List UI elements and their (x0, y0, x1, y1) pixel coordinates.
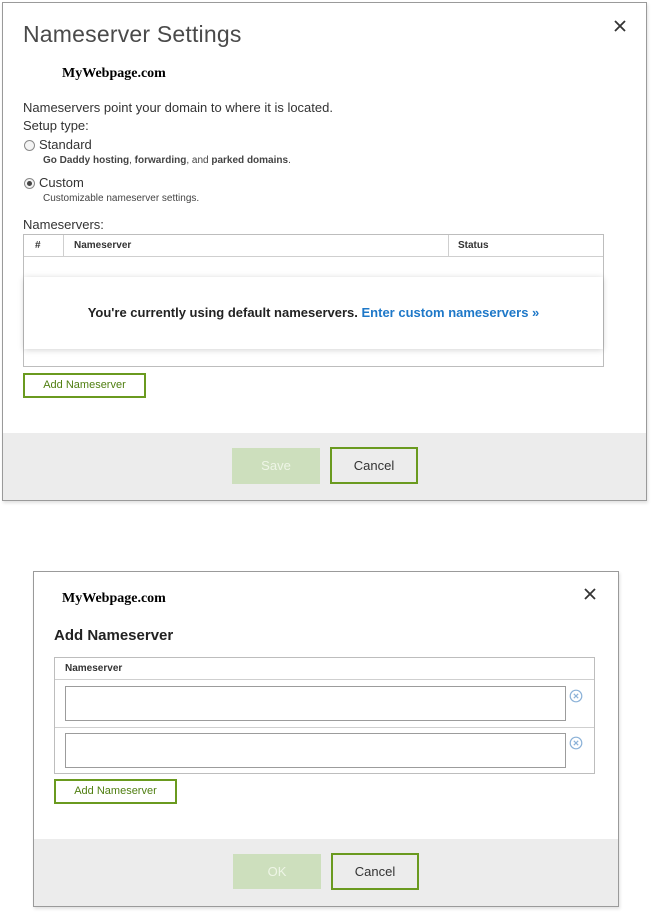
column-nameserver: Nameserver (74, 240, 132, 251)
nameserver-table: # Nameserver Status You're currently usi… (23, 234, 604, 367)
save-button[interactable]: Save (232, 448, 320, 484)
cancel-button[interactable]: Cancel (331, 853, 419, 890)
description-text: Nameservers point your domain to where i… (23, 100, 333, 115)
default-nameservers-notice: You're currently using default nameserve… (24, 277, 603, 349)
cancel-button[interactable]: Cancel (330, 447, 418, 484)
add-nameserver-dialog: MyWebpage.com Add Nameserver Nameserver … (33, 571, 619, 907)
column-nameserver: Nameserver (65, 663, 123, 674)
custom-label[interactable]: Custom (39, 175, 84, 190)
dialog-title: Nameserver Settings (23, 21, 242, 47)
nameservers-label: Nameservers: (23, 217, 104, 232)
nameserver-input-1[interactable] (65, 686, 566, 721)
add-nameserver-button[interactable]: Add Nameserver (23, 373, 146, 398)
custom-radio[interactable] (24, 178, 35, 189)
nameserver-input-2[interactable] (65, 733, 566, 768)
notice-text: You're currently using default nameserve… (87, 305, 358, 320)
nameserver-input-table: Nameserver (54, 657, 595, 774)
column-number: # (35, 240, 41, 251)
standard-label[interactable]: Standard (39, 137, 92, 152)
nameserver-settings-dialog: Nameserver Settings MyWebpage.com Namese… (2, 2, 647, 501)
site-name: MyWebpage.com (62, 591, 166, 606)
site-name: MyWebpage.com (62, 66, 166, 81)
add-nameserver-button[interactable]: Add Nameserver (54, 779, 177, 804)
close-icon[interactable] (581, 585, 599, 603)
remove-circle-icon[interactable] (569, 688, 583, 703)
ok-button[interactable]: OK (233, 854, 321, 889)
remove-circle-icon[interactable] (569, 735, 583, 750)
column-status: Status (458, 240, 489, 251)
standard-description: Go Daddy hosting, forwarding, and parked… (43, 155, 291, 166)
table-header: Nameserver (55, 658, 594, 680)
dialog-footer: OK Cancel (34, 839, 618, 906)
enter-custom-nameservers-link[interactable]: Enter custom nameservers » (362, 305, 540, 320)
close-icon[interactable] (611, 17, 629, 35)
custom-description: Customizable nameserver settings. (43, 193, 200, 204)
table-header: # Nameserver Status (24, 235, 603, 257)
setup-type-label: Setup type: (23, 118, 89, 133)
dialog-title: Add Nameserver (54, 627, 174, 644)
standard-radio[interactable] (24, 140, 35, 151)
dialog-footer: Save Cancel (3, 433, 646, 500)
